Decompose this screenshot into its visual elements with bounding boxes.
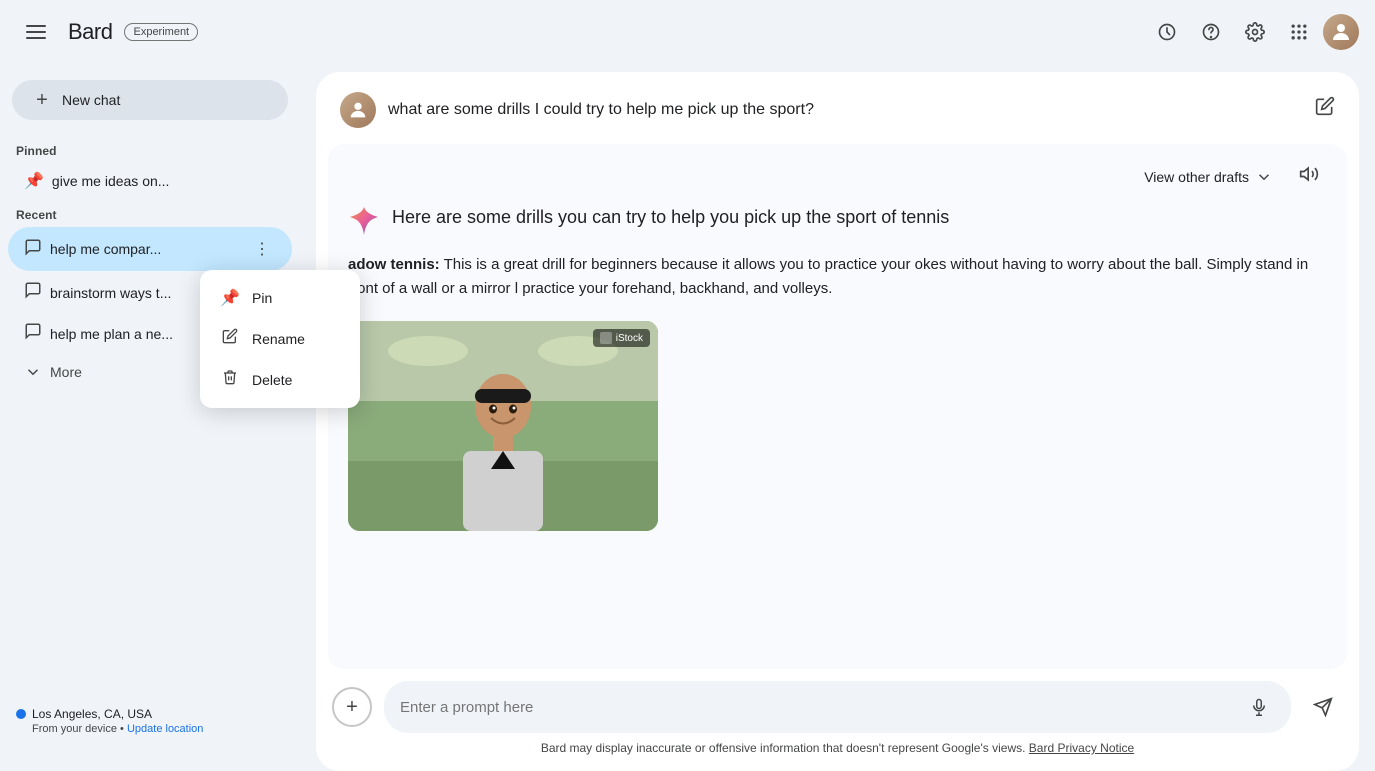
input-area: + Bard may display inaccurate or offensi… — [316, 669, 1359, 771]
context-menu-delete[interactable]: Delete — [200, 359, 360, 400]
view-other-drafts-button[interactable]: View other drafts — [1134, 162, 1283, 192]
pinned-section-label: Pinned — [0, 136, 300, 162]
user-message-text: what are some drills I could try to help… — [388, 92, 1303, 122]
edit-icon[interactable] — [1315, 96, 1335, 121]
istock-badge: iStock — [593, 329, 650, 347]
volume-icon[interactable] — [1291, 156, 1327, 197]
topbar-left: Bard Experiment — [16, 12, 1147, 52]
image-area: iStock — [348, 321, 658, 531]
response-content: Here are some drills you can try to help… — [328, 205, 1347, 669]
brand-title: Bard — [68, 19, 112, 45]
update-location-link[interactable]: Update location — [127, 723, 203, 735]
help-button[interactable] — [1191, 12, 1231, 52]
add-attachment-button[interactable]: + — [332, 687, 372, 727]
location-sub-text: From your device — [32, 723, 117, 735]
bard-response-row: Here are some drills you can try to help… — [348, 205, 1327, 237]
delete-icon — [220, 369, 240, 390]
chat-icon-2 — [24, 281, 42, 304]
sidebar-item-more-button[interactable]: ⋮ — [248, 235, 276, 263]
context-menu-pin[interactable]: 📌 Pin — [200, 278, 360, 318]
topbar: Bard Experiment — [0, 0, 1375, 64]
avatar — [1323, 14, 1359, 50]
tennis-image: iStock — [348, 321, 658, 531]
new-chat-button[interactable]: + New chat — [12, 80, 288, 120]
user-avatar-button[interactable] — [1323, 14, 1359, 50]
context-menu: 📌 Pin Rename Delete — [200, 270, 360, 408]
response-text: adow tennis: This is a great drill for b… — [348, 253, 1327, 301]
istock-icon — [600, 332, 612, 344]
topbar-right — [1147, 12, 1359, 52]
location-dot — [16, 709, 26, 719]
new-chat-label: New chat — [62, 92, 120, 108]
context-menu-pin-label: Pin — [252, 290, 272, 306]
sidebar-item-text-1: help me compar... — [50, 241, 240, 257]
send-button[interactable] — [1303, 687, 1343, 727]
chat-container: what are some drills I could try to help… — [316, 72, 1359, 771]
menu-button[interactable] — [16, 12, 56, 52]
sidebar-item-pinned-1[interactable]: 📌 give me ideas on... — [8, 163, 292, 199]
istock-label: iStock — [616, 333, 643, 344]
rename-icon — [220, 328, 240, 349]
context-menu-delete-label: Delete — [252, 372, 292, 388]
experiment-badge: Experiment — [124, 23, 198, 41]
context-menu-rename[interactable]: Rename — [200, 318, 360, 359]
bard-response-title: Here are some drills you can try to help… — [392, 205, 949, 230]
apps-button[interactable] — [1279, 12, 1319, 52]
recent-section-label: Recent — [0, 200, 300, 226]
user-message-row: what are some drills I could try to help… — [316, 72, 1359, 144]
history-button[interactable] — [1147, 12, 1187, 52]
response-header: View other drafts — [328, 144, 1347, 205]
privacy-notice-link[interactable]: Bard Privacy Notice — [1029, 741, 1134, 755]
response-area: View other drafts — [328, 144, 1347, 669]
disclaimer-text: Bard may display inaccurate or offensive… — [541, 741, 1026, 755]
chat-icon-1 — [24, 238, 42, 261]
response-text-bold: adow tennis: — [348, 256, 440, 273]
location-sub: From your device • Update location — [16, 723, 284, 735]
settings-button[interactable] — [1235, 12, 1275, 52]
chat-icon-3 — [24, 322, 42, 345]
bard-gem-icon — [348, 205, 380, 237]
user-avatar — [340, 92, 376, 128]
context-menu-rename-label: Rename — [252, 331, 305, 347]
location-city: Los Angeles, CA, USA — [32, 707, 152, 721]
more-label: More — [50, 364, 82, 380]
pin-icon: 📌 — [24, 171, 44, 191]
plus-icon: + — [32, 90, 52, 110]
mic-button[interactable] — [1243, 691, 1275, 723]
disclaimer: Bard may display inaccurate or offensive… — [332, 741, 1343, 755]
prompt-input[interactable] — [400, 699, 1235, 716]
main-content: what are some drills I could try to help… — [300, 0, 1375, 771]
sidebar-item-recent-1[interactable]: help me compar... ⋮ — [8, 227, 292, 271]
sidebar-item-text: give me ideas on... — [52, 173, 276, 189]
view-other-drafts-label: View other drafts — [1144, 169, 1249, 185]
response-text-content: This is a great drill for beginners beca… — [348, 256, 1308, 297]
pin-icon: 📌 — [220, 288, 240, 308]
sidebar-bottom: Los Angeles, CA, USA From your device • … — [0, 691, 300, 751]
input-row: + — [332, 681, 1343, 733]
location-row: Los Angeles, CA, USA — [16, 707, 284, 721]
prompt-input-wrapper — [384, 681, 1291, 733]
